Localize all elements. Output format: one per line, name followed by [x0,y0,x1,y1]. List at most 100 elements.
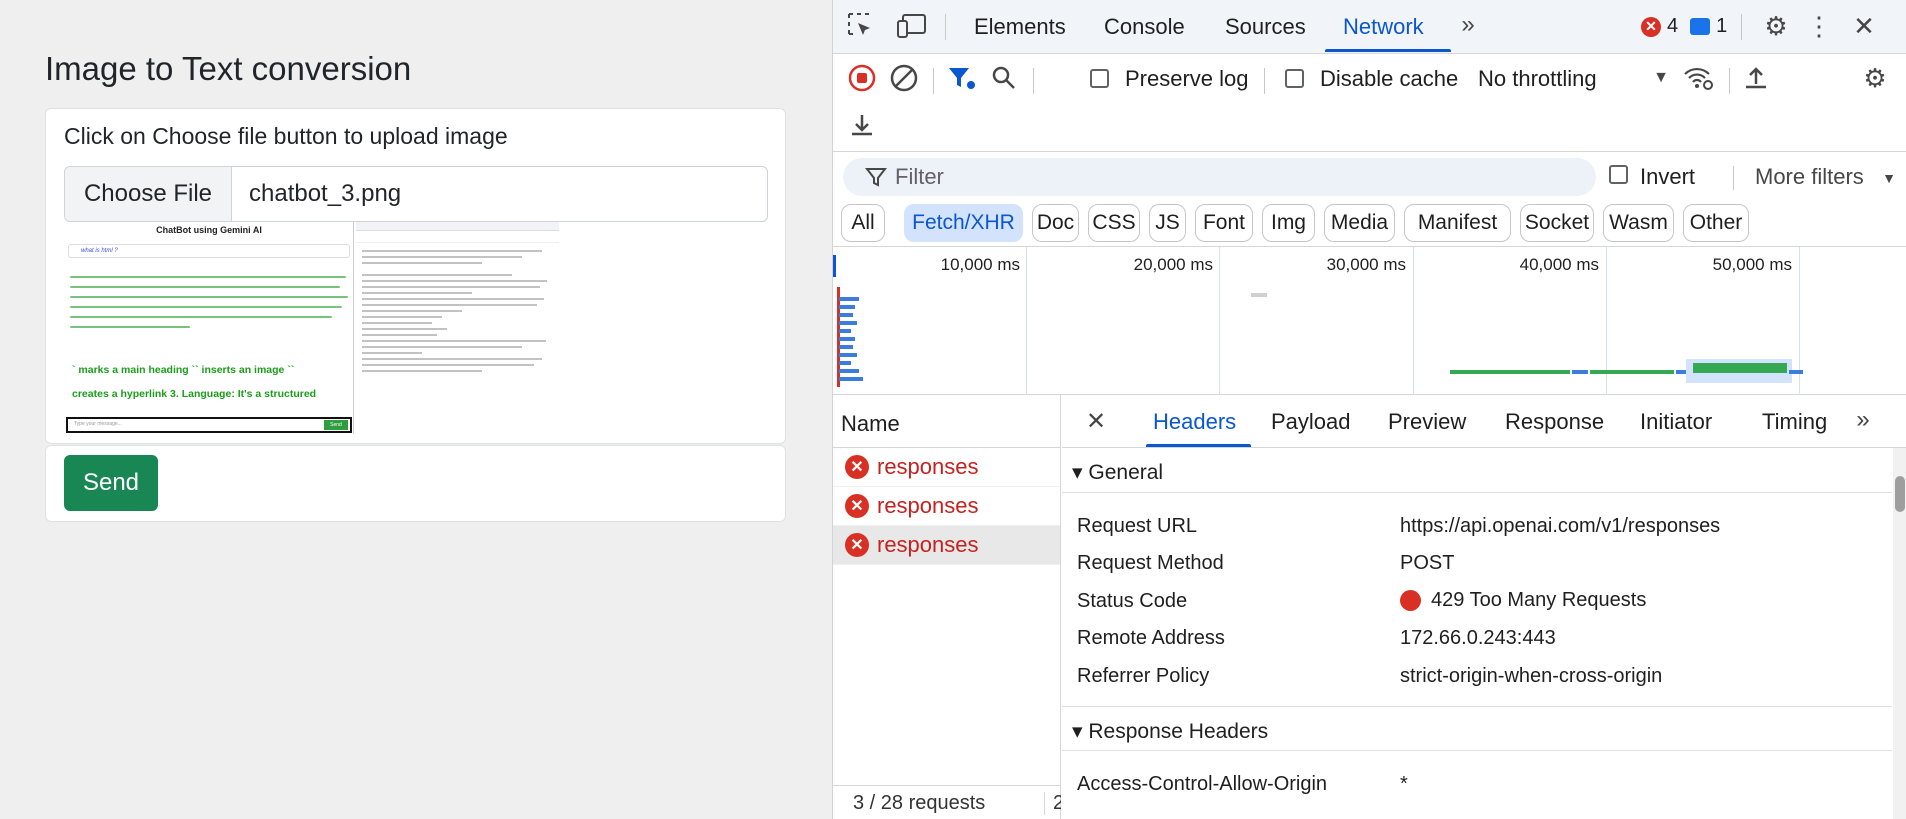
preview-devtools-pane [356,222,559,434]
chip-img[interactable]: Img [1262,204,1315,242]
stop-recording-icon[interactable] [847,63,877,93]
response-headers-section-header[interactable]: ▾ Response Headers [1062,706,1892,751]
timeline-label-40s: 40,000 ms [1519,255,1599,274]
more-detail-tabs-icon[interactable]: » [1850,406,1876,433]
timeline-label-20s: 20,000 ms [1133,255,1213,274]
choose-file-button[interactable]: Choose File [65,167,232,221]
tab-console[interactable]: Console [1104,14,1185,40]
chip-other[interactable]: Other [1683,204,1749,242]
chip-media[interactable]: Media [1324,204,1395,242]
detail-scrollbar[interactable] [1893,448,1906,819]
referrer-policy-value: strict-origin-when-cross-origin [1400,665,1663,687]
message-icon [1690,18,1711,35]
timeline-label-50s: 50,000 ms [1712,255,1792,274]
response-headers-title: Response Headers [1088,720,1269,743]
inspect-element-icon[interactable] [845,10,875,40]
export-har-icon[interactable] [847,110,877,140]
name-column-header[interactable]: Name [833,395,1060,448]
request-list: Name ✕ responses ✕ responses ✕ responses… [833,395,1061,819]
more-filters-button[interactable]: More filters [1755,164,1864,190]
network-toolbar: Preserve log Disable cache No throttling… [833,54,1906,152]
active-tab-indicator [1325,49,1451,52]
timeline-label-10s: 10,000 ms [940,255,1020,274]
network-conditions-icon[interactable] [1681,63,1715,93]
tab-elements[interactable]: Elements [974,14,1066,40]
preview-input-placeholder: Type your message... [74,421,122,427]
chip-css[interactable]: CSS [1088,204,1140,242]
send-button[interactable]: Send [64,455,158,511]
general-section-header[interactable]: ▾ General [1062,448,1892,493]
request-row[interactable]: ✕ responses [833,487,1060,526]
throttling-select[interactable]: No throttling [1478,66,1597,92]
remote-address-key: Remote Address [1077,627,1225,649]
detail-tabs: ✕ Headers Payload Preview Response Initi… [1062,395,1906,448]
close-detail-icon[interactable]: ✕ [1082,407,1110,435]
chip-doc[interactable]: Doc [1032,204,1079,242]
request-detail-pane: ✕ Headers Payload Preview Response Initi… [1062,395,1906,819]
status-code-value: 429 Too Many Requests [1400,589,1646,612]
search-icon[interactable] [989,63,1019,93]
acao-value: * [1400,773,1408,795]
chip-fetch-xhr[interactable]: Fetch/XHR [904,204,1023,242]
tab-initiator[interactable]: Initiator [1640,409,1712,435]
general-title: General [1088,461,1164,484]
invert-label: Invert [1640,164,1696,189]
more-tabs-icon[interactable]: » [1455,11,1481,38]
preview-devtools-tabs [356,222,559,231]
tab-sources[interactable]: Sources [1225,14,1306,40]
chip-socket[interactable]: Socket [1520,204,1594,242]
chip-js[interactable]: JS [1149,204,1186,242]
tab-network[interactable]: Network [1343,14,1424,40]
preview-devtools-toolbar [356,231,559,243]
chip-font[interactable]: Font [1195,204,1253,242]
request-url-key: Request URL [1077,515,1198,537]
upload-label: Click on Choose file button to upload im… [64,123,508,149]
tab-preview[interactable]: Preview [1388,409,1466,435]
scrollbar-thumb[interactable] [1895,476,1905,512]
message-count: 1 [1716,15,1728,37]
referrer-policy-key: Referrer Policy [1077,665,1210,687]
preserve-log-label: Preserve log [1125,66,1249,91]
tab-headers[interactable]: Headers [1153,409,1236,435]
devtools-panel: Elements Console Sources Network » ✕ 4 1… [832,0,1906,819]
clear-icon[interactable] [889,63,919,93]
request-row[interactable]: ✕ responses [833,448,1060,487]
chip-wasm[interactable]: Wasm [1603,204,1674,242]
tab-response[interactable]: Response [1505,409,1604,435]
import-har-icon[interactable] [1741,63,1771,93]
network-overview-timeline[interactable]: 10,000 ms 20,000 ms 30,000 ms 40,000 ms … [833,247,1906,395]
preview-answer-lines [70,268,350,336]
filter-row: Filter Invert More filters ▼ [833,152,1906,202]
transfer-size: 2 k [1044,792,1061,815]
file-input[interactable]: Choose File chatbot_3.png [64,166,768,222]
settings-icon[interactable]: ⚙ [1761,11,1791,41]
remote-address-value: 172.66.0.243:443 [1400,627,1556,649]
chip-all[interactable]: All [841,204,885,242]
devtools-main-toolbar: Elements Console Sources Network » ✕ 4 1… [833,0,1906,54]
triangle-down-icon: ▾ [1072,720,1083,743]
resource-type-filters: All Fetch/XHR Doc CSS JS Font Img Media … [833,202,1906,247]
preserve-log-checkbox[interactable] [1090,69,1109,88]
preview-code-lines [362,246,550,376]
chip-manifest[interactable]: Manifest [1404,204,1511,242]
status-code-text: 429 Too Many Requests [1431,589,1647,611]
preview-question: what is html ? [68,244,350,258]
filter-input[interactable]: Filter [843,158,1596,196]
error-count: 4 [1667,15,1679,37]
device-toolbar-icon[interactable] [895,10,929,40]
error-icon: ✕ [1641,16,1661,37]
active-detail-tab-indicator [1146,444,1251,447]
preview-title: ChatBot using Gemini AI [156,225,262,235]
issue-counters[interactable]: ✕ 4 1 [1641,15,1727,38]
tab-timing[interactable]: Timing [1762,409,1827,435]
close-devtools-icon[interactable]: ✕ [1849,11,1879,41]
filter-funnel-icon[interactable] [945,63,977,93]
more-options-icon[interactable]: ⋮ [1806,11,1832,41]
chevron-down-icon[interactable]: ▼ [1651,66,1671,90]
request-row-selected[interactable]: ✕ responses [833,526,1060,565]
disable-cache-checkbox[interactable] [1285,69,1304,88]
filter-placeholder: Filter [895,164,944,189]
tab-payload[interactable]: Payload [1271,409,1351,435]
network-settings-icon[interactable]: ⚙ [1858,63,1892,93]
invert-checkbox[interactable] [1609,165,1628,184]
